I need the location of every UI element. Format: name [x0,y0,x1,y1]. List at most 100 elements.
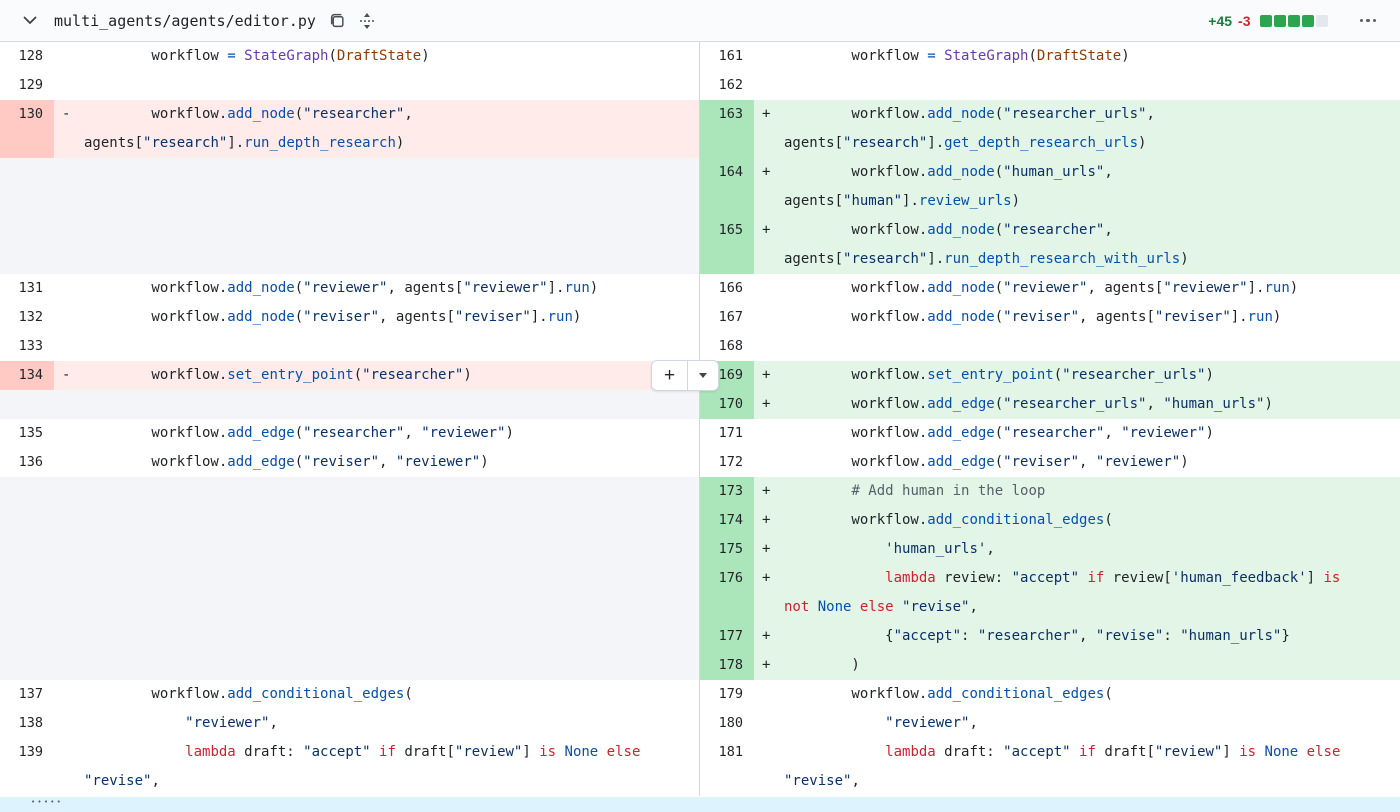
line-number[interactable]: 130 [0,100,54,129]
diff-marker: + [754,651,784,680]
line-number [0,535,54,564]
code-line: "revise", [84,767,699,796]
diff-marker [54,419,84,448]
diff-row: 162 [700,71,1400,100]
line-number[interactable]: 138 [0,709,54,738]
diff-row: 176+ lambda review: "accept" if review['… [700,564,1400,593]
diff-row: 178+ ) [700,651,1400,680]
diff-row: 135 workflow.add_edge("researcher", "rev… [0,419,699,448]
line-number [0,187,54,216]
diff-spacer-row [0,564,699,593]
line-number[interactable]: 168 [700,332,754,361]
diff-marker: + [754,477,784,506]
diff-marker: + [754,564,784,593]
diff-marker [754,448,784,477]
line-number [0,622,54,651]
diff-row-wrap: agents["research"].run_depth_research) [0,129,699,158]
line-number[interactable]: 134 [0,361,54,390]
line-number[interactable]: 133 [0,332,54,361]
diff-marker [754,709,784,738]
code-line: workflow.add_node("researcher", [84,100,699,129]
diff-marker [754,303,784,332]
line-number[interactable]: 175 [700,535,754,564]
line-number[interactable]: 179 [700,680,754,709]
diff-spacer-row [0,622,699,651]
line-number[interactable]: 131 [0,274,54,303]
line-number[interactable]: 173 [700,477,754,506]
line-number[interactable]: 136 [0,448,54,477]
diff-marker [54,651,84,680]
line-number[interactable]: 132 [0,303,54,332]
code-line [84,622,699,651]
kebab-menu-icon[interactable] [1358,15,1379,27]
line-number[interactable]: 135 [0,419,54,448]
copy-icon[interactable] [329,12,346,29]
diff-spacer-row [0,390,699,419]
diff-spacer-row [0,245,699,274]
diff-row: 166 workflow.add_node("reviewer", agents… [700,274,1400,303]
line-number[interactable]: 139 [0,738,54,767]
diff-row: 171 workflow.add_edge("researcher", "rev… [700,419,1400,448]
expand-hunk-dots-icon: ••••• [31,798,63,806]
code-line [84,651,699,680]
code-line [784,71,1400,100]
diff-marker [754,245,784,274]
diff-spacer-row [0,216,699,245]
add-comment-button[interactable]: + [652,361,688,390]
code-line: workflow.add_edge("researcher", "reviewe… [84,419,699,448]
line-number[interactable]: 181 [700,738,754,767]
line-number [0,477,54,506]
line-number[interactable]: 137 [0,680,54,709]
line-number[interactable]: 129 [0,71,54,100]
line-number[interactable]: 176 [700,564,754,593]
line-number [0,129,54,158]
comment-options-button[interactable] [688,361,718,390]
expand-hunk-row[interactable]: ••••• [0,797,1400,812]
diff-marker [54,187,84,216]
line-number[interactable]: 177 [700,622,754,651]
code-line: workflow.add_edge("reviser", "reviewer") [784,448,1400,477]
code-line: lambda draft: "accept" if draft["review"… [784,738,1400,767]
code-line: {"accept": "researcher", "revise": "huma… [784,622,1400,651]
line-number[interactable]: 161 [700,42,754,71]
code-line: workflow.add_edge("researcher_urls", "hu… [784,390,1400,419]
diff-marker [54,71,84,100]
chevron-down-icon[interactable] [22,13,38,29]
line-number[interactable]: 166 [700,274,754,303]
diff-row: 137 workflow.add_conditional_edges( [0,680,699,709]
diff-row: 139 lambda draft: "accept" if draft["rev… [0,738,699,767]
line-number [700,767,754,796]
diff-marker: + [754,100,784,129]
diff-row: 134- workflow.set_entry_point("researche… [0,361,699,390]
line-number[interactable]: 167 [700,303,754,332]
diff-marker [54,390,84,419]
line-number[interactable]: 163 [700,100,754,129]
diff-row: 132 workflow.add_node("reviser", agents[… [0,303,699,332]
code-line: agents["research"].run_depth_research_wi… [784,245,1400,274]
diff-row-wrap: "revise", [0,767,699,796]
diff-marker [54,245,84,274]
diff-row-wrap: "revise", [700,767,1400,796]
line-number [0,158,54,187]
line-number[interactable]: 165 [700,216,754,245]
diff-pane-new: 161 workflow = StateGraph(DraftState)162… [700,42,1400,796]
code-line: workflow.add_node("researcher_urls", [784,100,1400,129]
file-header: multi_agents/agents/editor.py +45 -3 [0,0,1400,42]
code-line: lambda review: "accept" if review['human… [784,564,1400,593]
line-number[interactable]: 178 [700,651,754,680]
diff-marker [754,71,784,100]
diff-row: 130- workflow.add_node("researcher", [0,100,699,129]
line-number [0,651,54,680]
line-number[interactable]: 174 [700,506,754,535]
line-number[interactable]: 128 [0,42,54,71]
line-number[interactable]: 180 [700,709,754,738]
unfold-icon[interactable] [359,12,375,30]
diff-marker: + [754,506,784,535]
line-number[interactable]: 172 [700,448,754,477]
line-number[interactable]: 171 [700,419,754,448]
code-line: workflow.add_edge("reviser", "reviewer") [84,448,699,477]
diff-marker [54,303,84,332]
line-number[interactable]: 170 [700,390,754,419]
line-number[interactable]: 162 [700,71,754,100]
line-number[interactable]: 164 [700,158,754,187]
